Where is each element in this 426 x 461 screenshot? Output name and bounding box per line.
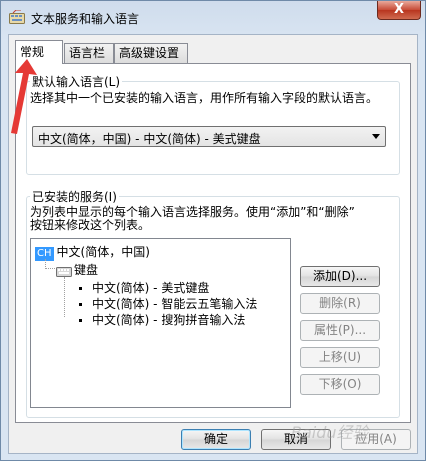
tree-connector — [45, 268, 55, 269]
installed-services-tree[interactable]: CH 中文(简体，中国) 键盘 中文(简体) - 美式键盘 中文(简体) - 智… — [30, 238, 291, 408]
close-icon: X — [393, 2, 405, 17]
move-down-button[interactable]: 下移(O) — [300, 374, 380, 395]
default-language-selected: 中文(简体，中国) - 中文(简体) - 美式键盘 — [38, 132, 261, 146]
bullet-icon — [79, 287, 82, 290]
tab-language-bar-label: 语言栏 — [69, 46, 106, 60]
general-tab-panel: 默认输入语言(L) 选择其中一个已安装的输入语言，用作所有输入字段的默认语言。 … — [15, 63, 411, 423]
keyboard-icon — [56, 266, 72, 277]
watermark: Baidu经验 — [291, 423, 369, 442]
dialog-client-area: 常规 语言栏 高级键设置 默认输入语言(L) 选择其中一个已安装的输入语言，用作… — [8, 34, 418, 454]
dialog-window: 文本服务和输入语言 X 常规 语言栏 高级键设置 默认输入语言(L) 选择其中一… — [0, 0, 426, 461]
default-language-dropdown[interactable]: 中文(简体，中国) - 中文(简体) - 美式键盘 — [32, 126, 386, 147]
tree-service-label: 中文(简体) - 搜狗拼音输入法 — [92, 313, 246, 327]
bullet-icon — [79, 319, 82, 322]
title-bar[interactable]: 文本服务和输入语言 X — [1, 1, 425, 33]
red-arrow-icon — [11, 59, 37, 134]
add-button[interactable]: 添加(D)... — [300, 266, 380, 287]
move-up-button[interactable]: 上移(U) — [300, 347, 380, 368]
tree-keyboard-label: 键盘 — [74, 263, 99, 277]
tab-language-bar[interactable]: 语言栏 — [64, 43, 114, 63]
tree-service-item[interactable]: 中文(简体) - 搜狗拼音输入法 — [79, 311, 245, 328]
bullet-icon — [79, 303, 82, 306]
tree-language-node[interactable]: CH 中文(简体，中国) — [35, 243, 150, 261]
installed-services-description-2: 按钮来修改这个列表。 — [30, 218, 151, 232]
remove-button[interactable]: 删除(R) — [300, 293, 380, 314]
ok-button[interactable]: 确定 — [181, 429, 251, 450]
tree-connector — [64, 277, 65, 317]
tree-service-item[interactable]: 中文(简体) - 美式键盘 — [79, 279, 209, 296]
tree-service-label: 中文(简体) - 美式键盘 — [92, 281, 210, 295]
chevron-down-icon — [372, 134, 380, 139]
tree-language-label: 中文(简体，中国) — [56, 245, 150, 259]
tab-advanced-key-settings-label: 高级键设置 — [119, 46, 180, 60]
tree-keyboard-node[interactable]: 键盘 — [56, 261, 98, 278]
installed-services-label: 已安装的服务(I) — [30, 188, 119, 205]
tree-service-item[interactable]: 中文(简体) - 智能云五笔输入法 — [79, 295, 257, 312]
tree-service-label: 中文(简体) - 智能云五笔输入法 — [92, 297, 258, 311]
close-button[interactable]: X — [377, 1, 421, 20]
tab-advanced-key-settings[interactable]: 高级键设置 — [114, 43, 188, 63]
default-language-description: 选择其中一个已安装的输入语言，用作所有输入字段的默认语言。 — [30, 91, 379, 105]
properties-button[interactable]: 属性(P)... — [300, 320, 380, 341]
